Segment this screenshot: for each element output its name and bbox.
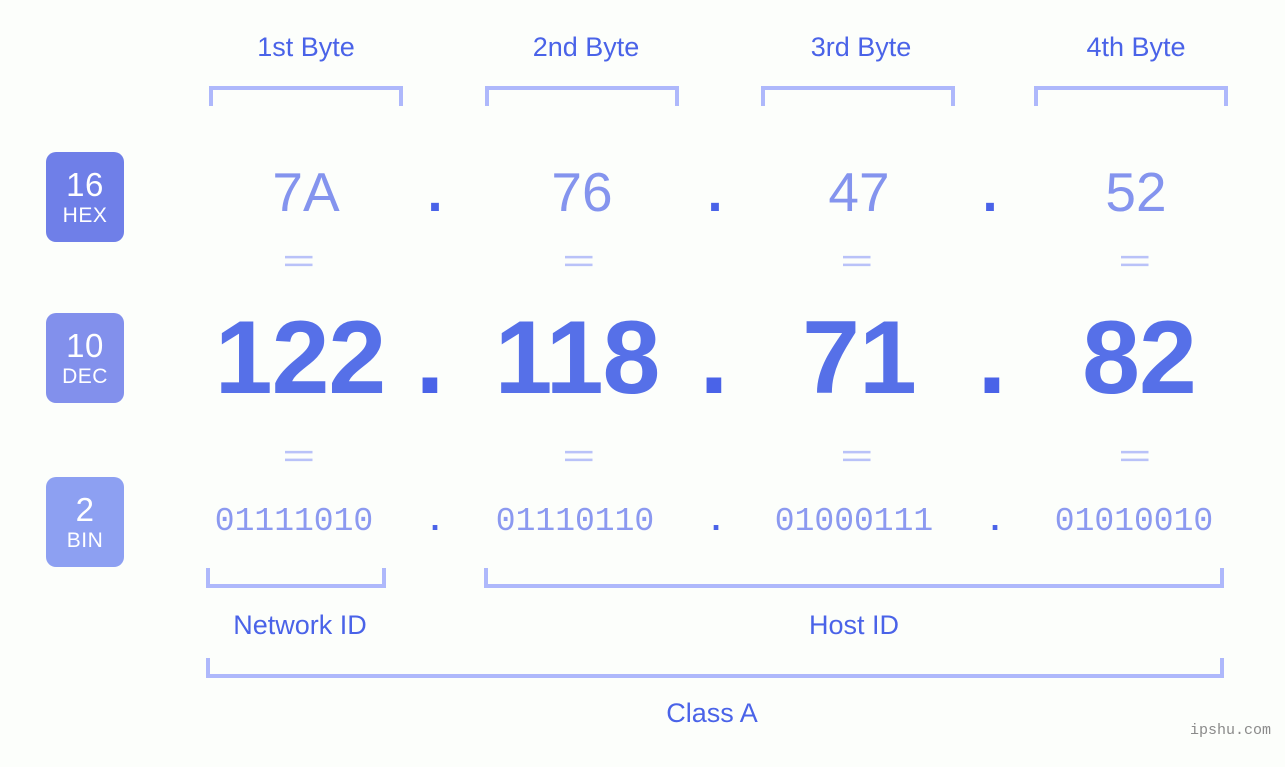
base-badge-bin-abbr: BIN — [66, 529, 104, 552]
base-badge-bin-number: 2 — [75, 491, 95, 528]
hex-byte-3: 47 — [828, 161, 890, 223]
bin-byte-2: 01110110 — [495, 503, 655, 540]
dec-byte-3: 71 — [802, 300, 917, 416]
equals-icon-dec-bin-2: || — [564, 448, 597, 464]
equals-icon-dec-bin-1: || — [284, 448, 317, 464]
base-badge-hex-abbr: HEX — [62, 204, 108, 227]
equals-icon-hex-dec-3: || — [842, 253, 875, 269]
equals-icon-dec-bin-3: || — [842, 448, 875, 464]
byte-bracket-1 — [209, 86, 403, 106]
class-bracket — [206, 658, 1224, 678]
base-badge-dec-abbr: DEC — [62, 365, 108, 388]
bin-byte-1: 01111010 — [214, 503, 374, 540]
byte-header-3: 3rd Byte — [810, 32, 912, 62]
bin-separator-1: . — [425, 503, 445, 540]
equals-icon-hex-dec-4: || — [1120, 253, 1153, 269]
equals-icon-dec-bin-4: || — [1120, 448, 1153, 464]
dec-byte-1: 122 — [214, 300, 387, 416]
class-label: Class A — [666, 698, 758, 728]
base-badge-hex: 16 HEX — [46, 152, 124, 242]
ip-byte-breakdown-diagram: 1st Byte 2nd Byte 3rd Byte 4th Byte 16 H… — [0, 0, 1285, 767]
byte-header-2: 2nd Byte — [532, 32, 640, 62]
network-id-label: Network ID — [233, 610, 367, 640]
network-id-bracket — [206, 568, 386, 588]
bin-byte-3: 01000111 — [774, 503, 934, 540]
base-badge-bin: 2 BIN — [46, 477, 124, 567]
hex-byte-1: 7A — [272, 161, 340, 223]
base-badge-hex-number: 16 — [66, 166, 104, 203]
hex-byte-2: 76 — [551, 161, 613, 223]
base-badge-dec-number: 10 — [66, 327, 104, 364]
hex-separator-3: . — [982, 161, 998, 223]
byte-bracket-3 — [761, 86, 955, 106]
dec-byte-2: 118 — [494, 300, 661, 416]
bin-separator-2: . — [706, 503, 726, 540]
byte-bracket-4 — [1034, 86, 1228, 106]
host-id-label: Host ID — [808, 610, 900, 640]
dec-byte-4: 82 — [1082, 300, 1197, 416]
hex-separator-2: . — [707, 161, 723, 223]
byte-header-1: 1st Byte — [257, 32, 355, 62]
base-badge-dec: 10 DEC — [46, 313, 124, 403]
hex-separator-1: . — [427, 161, 443, 223]
host-id-bracket — [484, 568, 1224, 588]
byte-header-4: 4th Byte — [1086, 32, 1186, 62]
byte-bracket-2 — [485, 86, 679, 106]
hex-byte-4: 52 — [1105, 161, 1167, 223]
site-watermark: ipshu.com — [1189, 722, 1271, 739]
dec-separator-1: . — [415, 300, 445, 416]
dec-separator-3: . — [977, 300, 1007, 416]
bin-byte-4: 01010010 — [1054, 503, 1214, 540]
equals-icon-hex-dec-2: || — [564, 253, 597, 269]
equals-icon-hex-dec-1: || — [284, 253, 317, 269]
dec-separator-2: . — [699, 300, 729, 416]
bin-separator-3: . — [985, 503, 1005, 540]
